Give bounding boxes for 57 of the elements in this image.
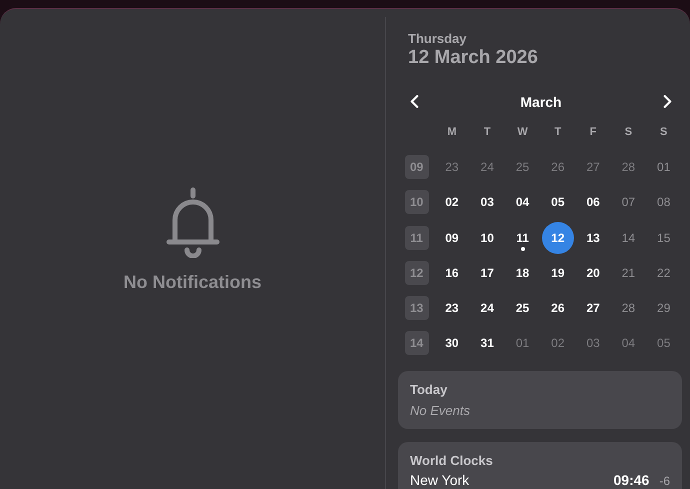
calendar-day[interactable]: 07 <box>612 186 644 218</box>
bell-icon <box>164 186 220 258</box>
week-number: 09 <box>404 154 429 179</box>
weekday-label: Thursday <box>408 31 468 46</box>
city-name: New York <box>410 472 470 488</box>
calendar-day[interactable]: 12 <box>542 222 574 254</box>
weekday-header: W <box>516 124 529 140</box>
calendar-day[interactable]: 24 <box>471 292 504 324</box>
calendar-day[interactable]: 06 <box>577 186 610 218</box>
week-number: 11 <box>404 226 429 250</box>
calendar-day[interactable]: 19 <box>542 256 574 289</box>
calendar-day[interactable]: 29 <box>648 292 680 324</box>
week-number: 12 <box>404 260 429 285</box>
calendar-day[interactable]: 03 <box>471 186 504 218</box>
calendar-day[interactable]: 25 <box>506 292 539 324</box>
empty-message: No Events <box>410 403 471 418</box>
clock-time: 09:46 <box>614 472 650 488</box>
card-title: World Clocks <box>410 453 494 468</box>
weekday-header: T <box>482 124 492 140</box>
weekday-header: T <box>553 124 562 140</box>
weekday-header: F <box>588 124 598 140</box>
weekday-header: M <box>446 124 458 140</box>
calendar-day[interactable]: 14 <box>612 222 644 254</box>
weekday-header: S <box>659 124 668 140</box>
calendar-day[interactable]: 08 <box>648 186 680 218</box>
calendar-day[interactable]: 18 <box>506 256 539 289</box>
calendar-day[interactable]: 16 <box>436 256 468 289</box>
weekday-header: S <box>624 124 634 140</box>
calendar-day[interactable]: 27 <box>577 292 610 324</box>
calendar-day[interactable]: 21 <box>612 256 644 289</box>
calendar-day[interactable]: 05 <box>542 186 574 218</box>
calendar-day[interactable]: 04 <box>506 186 539 218</box>
calendar-day[interactable]: 22 <box>648 256 680 289</box>
calendar-day[interactable]: 20 <box>577 256 610 289</box>
calendar-day[interactable]: 30 <box>436 327 468 360</box>
empty-message: No Notifications <box>124 272 262 292</box>
calendar-day[interactable]: 28 <box>612 292 644 324</box>
month-label: March <box>520 94 562 110</box>
week-number: 10 <box>404 190 429 214</box>
week-number: 14 <box>404 331 429 356</box>
calendar-day[interactable]: 26 <box>542 292 574 324</box>
calendar-day[interactable]: 31 <box>471 327 504 360</box>
card-title: Today <box>410 382 448 398</box>
chevron-right-icon <box>662 95 672 108</box>
calendar-day[interactable]: 15 <box>648 222 680 254</box>
chevron-left-icon <box>410 95 419 108</box>
date-heading: 12 March 2026 <box>408 47 539 69</box>
calendar-day[interactable]: 11 <box>506 222 539 254</box>
calendar-day[interactable]: 01 <box>648 150 680 183</box>
calendar-day[interactable]: 23 <box>436 292 468 324</box>
time-offset: -6 <box>659 474 670 488</box>
calendar-day[interactable]: 17 <box>471 256 504 289</box>
calendar-day[interactable]: 02 <box>436 186 468 218</box>
calendar-day[interactable]: 09 <box>436 222 468 254</box>
calendar-day[interactable]: 13 <box>577 222 610 254</box>
week-number: 13 <box>404 296 429 320</box>
calendar-day[interactable]: 10 <box>471 222 504 254</box>
